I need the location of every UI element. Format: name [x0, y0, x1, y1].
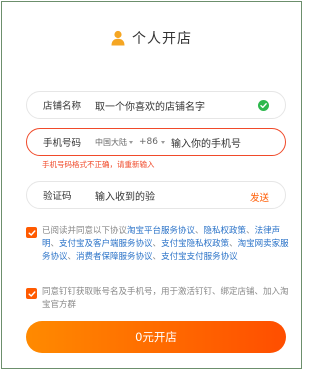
phone-input[interactable]: 输入你的手机号	[171, 135, 241, 150]
send-code-button[interactable]: 发送	[250, 190, 269, 204]
shop-name-value[interactable]: 取一个你喜欢的店铺名字	[95, 98, 205, 113]
signup-panel: 个人开店 店铺名称 取一个你喜欢的店铺名字 手机号码 中国大陆 +86 输入你的…	[1, 1, 302, 369]
agreement-link[interactable]: 支付宝支付服务协议	[161, 252, 238, 262]
country-code-select[interactable]: +86	[139, 137, 158, 147]
verify-code-label: 验证码	[43, 191, 72, 202]
phone-error-message: 手机号码格式不正确，请重新输入	[42, 160, 155, 169]
agree-dingtalk-checkbox[interactable]	[26, 288, 37, 299]
chevron-down-icon[interactable]	[129, 140, 133, 144]
page-header: 个人开店	[2, 26, 301, 50]
shop-name-label: 店铺名称	[43, 101, 82, 112]
phone-label: 手机号码	[43, 138, 82, 149]
dingtalk-consent-text: 同意钉钉获取账号名及手机号，用于激活钉钉、绑定店铺、加入淘宝官方群	[42, 287, 289, 310]
open-shop-button[interactable]: 0元开店	[26, 321, 286, 353]
phone-field[interactable]: 手机号码 中国大陆 +86 输入你的手机号	[26, 128, 286, 156]
checkmark-icon	[28, 290, 35, 297]
check-circle-icon	[258, 100, 269, 111]
shop-name-field[interactable]: 店铺名称 取一个你喜欢的店铺名字	[26, 91, 286, 119]
agreement-link[interactable]: 隐私权政策	[204, 226, 247, 236]
user-icon	[111, 30, 125, 46]
page-title: 个人开店	[132, 31, 192, 47]
chevron-down-icon[interactable]	[161, 140, 165, 144]
agreement-link[interactable]: 淘宝平台服务协议	[127, 226, 195, 236]
verify-code-field[interactable]: 验证码 输入收到的验 发送	[26, 181, 286, 209]
checkmark-icon	[28, 229, 35, 236]
agreement-link[interactable]: 支付宝及客户端服务协议	[59, 239, 153, 249]
region-select[interactable]: 中国大陆	[95, 137, 127, 148]
agree-terms-checkbox[interactable]	[26, 227, 37, 238]
agreement-prefix: 已阅读并同意以下协议	[42, 226, 128, 236]
agreement-text: 已阅读并同意以下协议淘宝平台服务协议、隐私权政策、法律声明、支付宝及客户端服务协…	[42, 226, 289, 262]
verify-code-input[interactable]: 输入收到的验	[95, 188, 155, 203]
agreement-link[interactable]: 消费者保障服务协议	[76, 252, 153, 262]
agreement-link[interactable]: 支付宝隐私权政策	[161, 239, 229, 249]
